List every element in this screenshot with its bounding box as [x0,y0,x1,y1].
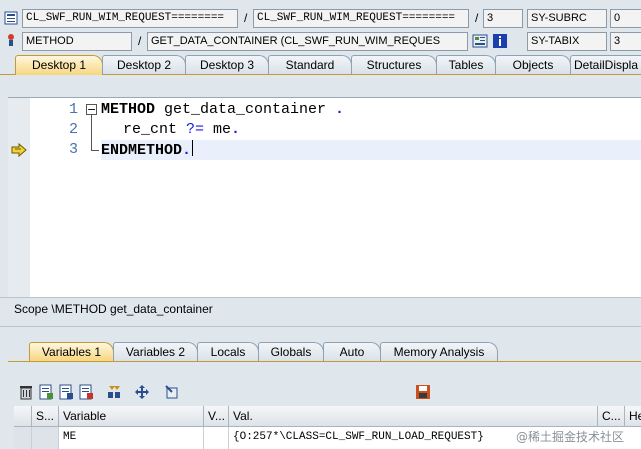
code-punct: . [335,101,345,118]
tab-variables-2[interactable]: Variables 2 [113,342,198,361]
delete-icon[interactable] [18,384,34,400]
info-icon[interactable] [492,33,508,49]
sy-subrc-value[interactable]: 0 [610,9,641,28]
sy-tabix-value[interactable]: 3 [610,32,641,51]
variable-name-cell[interactable]: ME [59,427,204,449]
source-editor[interactable]: 1 2 3 − METHOD get_data_container . re_c… [8,97,641,298]
column-header-value[interactable]: Val. [229,406,598,427]
tab-locals[interactable]: Locals [197,342,259,361]
table-cell-status [32,427,59,449]
code-text: get_data_container [155,101,336,118]
import-icon[interactable] [164,384,180,400]
append-row-icon[interactable] [58,384,74,400]
tab-structures[interactable]: Structures [351,55,437,74]
method-name-field[interactable]: GET_DATA_CONTAINER (CL_SWF_RUN_WIM_REQUE… [147,32,468,51]
display-source-icon[interactable] [472,33,488,49]
current-statement-arrow-icon [11,142,27,158]
type-field[interactable]: METHOD [22,32,132,51]
tab-desktop-2[interactable]: Desktop 2 [102,55,186,74]
line-number: 3 [68,141,78,158]
code-line-3[interactable]: ENDMETHOD. [101,140,194,161]
tab-variables-1[interactable]: Variables 1 [29,342,114,361]
row-selector[interactable] [14,427,32,449]
pane-splitter[interactable] [0,297,641,298]
column-header-v[interactable]: V... [204,406,229,427]
navigate-icon[interactable] [134,384,150,400]
tab-standard[interactable]: Standard [268,55,352,74]
code-punct: . [231,121,241,138]
text-cursor [192,140,194,156]
class-name-field-2[interactable]: CL_SWF_RUN_WIM_REQUEST======== [253,9,469,28]
code-keyword: METHOD [101,101,156,118]
column-header-variable[interactable]: Variable [59,406,204,427]
code-line-2[interactable]: re_cnt ?= me. [123,120,240,140]
line-number: 2 [68,121,78,138]
tab-detail-display[interactable]: DetailDispla [570,55,641,74]
tab-auto[interactable]: Auto [323,342,381,361]
code-operator: ?= [186,121,205,138]
table-cell-v [204,427,229,449]
column-header-status[interactable]: S... [32,406,59,427]
sy-subrc-label: SY-SUBRC [527,9,607,28]
table-header-select [14,406,32,427]
tab-globals[interactable]: Globals [258,342,324,361]
tab-desktop-1[interactable]: Desktop 1 [15,55,103,75]
method-icon [4,33,18,47]
insert-row-icon[interactable] [38,384,54,400]
header-separator-2: / [475,11,479,25]
tab-memory-analysis[interactable]: Memory Analysis [380,342,498,361]
collapse-icon[interactable]: − [86,104,97,115]
column-header-he[interactable]: He [625,406,641,427]
fold-line [91,115,92,151]
scope-label: Scope \METHOD get_data_container [14,302,213,316]
code-keyword: ENDMETHOD [101,142,183,159]
class-icon [4,11,18,25]
code-text: re_cnt [123,121,187,138]
line-number: 1 [68,101,78,118]
breakpoint-gutter[interactable] [8,98,31,298]
tab-objects[interactable]: Objects [495,55,571,74]
save-icon[interactable] [415,384,431,400]
header-separator-3: / [138,34,142,48]
code-text: me [204,121,232,138]
scope-divider [0,326,641,327]
tab-desktop-3[interactable]: Desktop 3 [185,55,269,74]
line-numbers: 1 2 3 [30,98,80,298]
column-header-c[interactable]: C... [598,406,625,427]
sy-tabix-label: SY-TABIX [527,32,607,51]
watermark: @稀土掘金技术社区 [516,430,625,444]
header-separator: / [244,11,248,25]
line-number-field[interactable]: 3 [483,9,523,28]
delete-row-icon[interactable] [78,384,94,400]
change-layout-icon[interactable] [106,384,122,400]
tab-tables[interactable]: Tables [436,55,496,74]
class-name-field[interactable]: CL_SWF_RUN_WIM_REQUEST======== [22,9,238,28]
fold-line-end [91,150,99,151]
code-punct: . [182,142,192,159]
code-line-1[interactable]: METHOD get_data_container . [101,100,344,120]
